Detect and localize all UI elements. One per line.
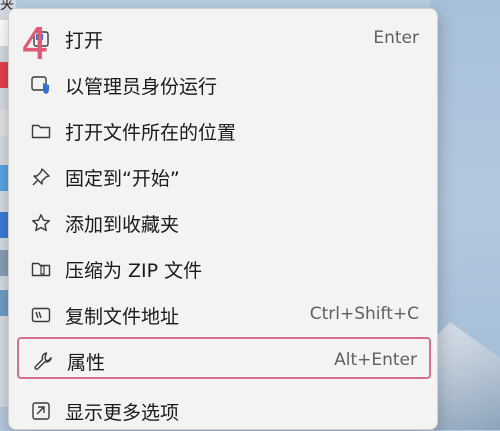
menu-item-run-as-admin[interactable]: 以管理员身份运行 <box>17 63 431 105</box>
menu-item-copy-path[interactable]: 复制文件地址 Ctrl+Shift+C <box>17 293 431 335</box>
menu-item-shortcut: Alt+Enter <box>334 350 417 370</box>
admin-shield-icon <box>31 75 51 95</box>
more-options-icon <box>31 401 51 421</box>
star-icon <box>31 213 51 233</box>
wrench-icon <box>33 351 53 371</box>
menu-item-shortcut: Ctrl+Shift+C <box>309 304 419 324</box>
folder-icon <box>31 121 51 141</box>
copy-path-icon <box>31 305 51 325</box>
step-number-annotation: 4 <box>21 19 49 70</box>
menu-item-properties[interactable]: 属性 Alt+Enter <box>17 337 431 379</box>
menu-item-label: 属性 <box>67 352 106 374</box>
menu-item-pin-to-start[interactable]: 固定到“开始” <box>17 155 431 197</box>
menu-item-label: 打开文件所在的位置 <box>65 122 237 144</box>
menu-item-label: 复制文件地址 <box>65 306 180 328</box>
menu-item-label: 打开 <box>65 30 104 52</box>
menu-item-open-file-location[interactable]: 打开文件所在的位置 <box>17 109 431 151</box>
menu-item-compress-zip[interactable]: 压缩为 ZIP 文件 <box>17 247 431 289</box>
zip-folder-icon <box>31 259 51 279</box>
context-menu: 打开 Enter 以管理员身份运行 打开文件所在的位置 固定到“开始” 添加到收… <box>8 8 438 430</box>
pin-icon <box>31 167 51 187</box>
menu-item-label: 压缩为 ZIP 文件 <box>65 260 203 282</box>
menu-item-label: 固定到“开始” <box>65 168 180 190</box>
menu-item-label: 以管理员身份运行 <box>65 76 218 98</box>
menu-item-shortcut: Enter <box>373 28 419 48</box>
menu-item-label: 显示更多选项 <box>65 402 180 424</box>
menu-item-open[interactable]: 打开 Enter <box>17 17 431 59</box>
menu-item-add-to-favorites[interactable]: 添加到收藏夹 <box>17 201 431 243</box>
menu-item-label: 添加到收藏夹 <box>65 214 180 236</box>
menu-item-show-more-options[interactable]: 显示更多选项 <box>17 389 431 431</box>
